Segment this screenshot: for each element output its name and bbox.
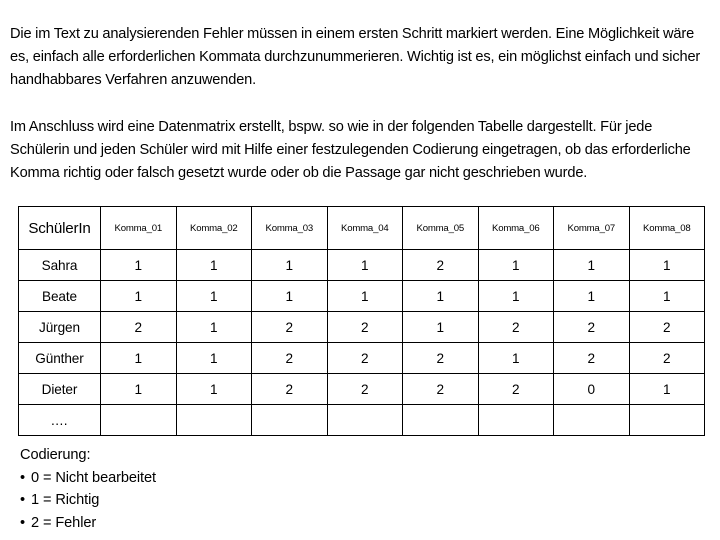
bullet-icon: • xyxy=(20,492,26,508)
cell-value xyxy=(477,404,554,436)
column-header-komma-01: Komma_01 xyxy=(100,206,177,250)
cell-value: 1 xyxy=(628,249,705,281)
cell-value xyxy=(628,404,705,436)
cell-value: 1 xyxy=(477,342,554,374)
column-header-komma-04: Komma_04 xyxy=(326,206,403,250)
legend-item-label: 1 = Richtig xyxy=(31,492,100,508)
cell-value: 1 xyxy=(100,280,177,312)
cell-student-name: Jürgen xyxy=(18,311,101,343)
table-row: Günther 1 1 2 2 2 1 2 2 xyxy=(18,342,705,374)
cell-value: 2 xyxy=(553,311,630,343)
cell-value: 1 xyxy=(326,249,403,281)
table-row: .... xyxy=(18,404,705,436)
cell-student-name: Beate xyxy=(18,280,101,312)
cell-value: 1 xyxy=(628,373,705,405)
cell-value: 1 xyxy=(100,373,177,405)
intro-paragraph: Die im Text zu analysierenden Fehler müs… xyxy=(10,25,701,89)
cell-value: 1 xyxy=(175,373,252,405)
table-row: Beate 1 1 1 1 1 1 1 1 xyxy=(18,280,705,312)
column-header-komma-06: Komma_06 xyxy=(477,206,554,250)
legend-item: • 2 = Fehler xyxy=(20,512,156,535)
column-header-schuelerin: SchülerIn xyxy=(18,206,101,250)
table-row: Sahra 1 1 1 1 2 1 1 1 xyxy=(18,249,705,281)
data-matrix-table: SchülerIn Komma_01 Komma_02 Komma_03 Kom… xyxy=(18,206,705,436)
cell-value: 2 xyxy=(326,342,403,374)
column-header-komma-05: Komma_05 xyxy=(402,206,479,250)
cell-value xyxy=(553,404,630,436)
cell-student-name: Dieter xyxy=(18,373,101,405)
cell-value: 2 xyxy=(628,311,705,343)
cell-value: 2 xyxy=(402,249,479,281)
codierung-legend: Codierung: • 0 = Nicht bearbeitet • 1 = Ri… xyxy=(20,444,156,534)
table-header-row: SchülerIn Komma_01 Komma_02 Komma_03 Kom… xyxy=(18,206,705,250)
cell-value: 1 xyxy=(175,280,252,312)
cell-value xyxy=(326,404,403,436)
slide-canvas: Die im Text zu analysierenden Fehler müs… xyxy=(0,0,720,540)
cell-value: 2 xyxy=(402,373,479,405)
legend-item-label: 0 = Nicht bearbeitet xyxy=(31,469,156,486)
legend-title: Codierung: xyxy=(20,447,91,463)
legend-item-label: 2 = Fehler xyxy=(31,514,97,531)
legend-item: • 0 = Nicht bearbeitet xyxy=(20,467,156,490)
table-row: Jürgen 2 1 2 2 1 2 2 2 xyxy=(18,311,705,343)
data-matrix-container: SchülerIn Komma_01 Komma_02 Komma_03 Kom… xyxy=(18,206,705,436)
bullet-icon: • xyxy=(20,514,26,531)
matrix-description-paragraph: Im Anschluss wird eine Datenmatrix erste… xyxy=(10,118,691,182)
cell-value xyxy=(100,404,177,436)
cell-value: 2 xyxy=(628,342,705,374)
cell-value xyxy=(402,404,479,436)
column-header-komma-07: Komma_07 xyxy=(553,206,630,250)
cell-value: 0 xyxy=(553,373,630,405)
cell-value: 1 xyxy=(402,280,479,312)
cell-value: 2 xyxy=(251,373,328,405)
cell-value: 1 xyxy=(477,249,554,281)
column-header-komma-08: Komma_08 xyxy=(628,206,705,250)
cell-student-name: .... xyxy=(18,404,101,436)
cell-value: 1 xyxy=(175,311,252,343)
cell-value: 2 xyxy=(477,373,554,405)
cell-value: 1 xyxy=(100,249,177,281)
cell-value: 1 xyxy=(553,280,630,312)
column-header-komma-02: Komma_02 xyxy=(175,206,252,250)
cell-value: 2 xyxy=(251,342,328,374)
cell-value: 1 xyxy=(175,342,252,374)
legend-item: • 1 = Richtig xyxy=(20,489,156,512)
cell-value: 2 xyxy=(477,311,554,343)
cell-value: 1 xyxy=(402,311,479,343)
column-header-komma-03: Komma_03 xyxy=(251,206,328,250)
cell-value: 2 xyxy=(553,342,630,374)
legend-items-list: • 0 = Nicht bearbeitet • 1 = Richtig • 2 = … xyxy=(20,467,156,535)
cell-value: 2 xyxy=(326,373,403,405)
bullet-icon: • xyxy=(20,469,26,486)
cell-value: 2 xyxy=(251,311,328,343)
cell-student-name: Günther xyxy=(18,342,101,374)
cell-value: 1 xyxy=(553,249,630,281)
cell-value: 1 xyxy=(251,280,328,312)
table-row: Dieter 1 1 2 2 2 2 0 1 xyxy=(18,373,705,405)
cell-value xyxy=(175,404,252,436)
cell-value: 2 xyxy=(402,342,479,374)
cell-value: 1 xyxy=(175,249,252,281)
cell-value: 2 xyxy=(326,311,403,343)
cell-value: 1 xyxy=(326,280,403,312)
cell-value: 1 xyxy=(628,280,705,312)
cell-value xyxy=(251,404,328,436)
cell-value: 1 xyxy=(251,249,328,281)
cell-value: 2 xyxy=(100,311,177,343)
cell-student-name: Sahra xyxy=(18,249,101,281)
cell-value: 1 xyxy=(100,342,177,374)
cell-value: 1 xyxy=(477,280,554,312)
